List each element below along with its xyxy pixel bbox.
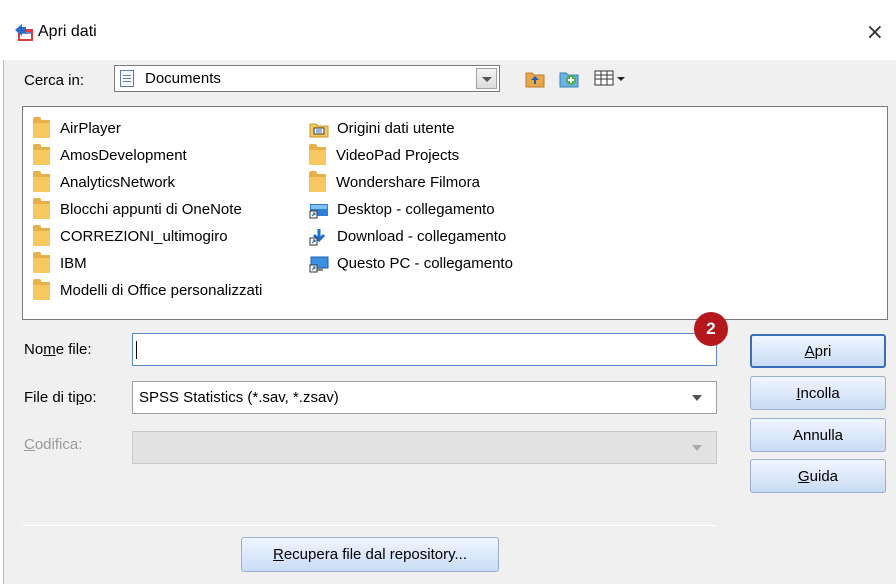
text-caret — [136, 341, 137, 359]
file-name: VideoPad Projects — [336, 147, 460, 164]
window-edge — [0, 60, 4, 584]
datasource-folder-icon — [309, 123, 329, 137]
folder-icon — [33, 170, 50, 192]
desktop-shortcut-icon — [309, 203, 328, 218]
help-button[interactable]: Guida — [750, 459, 886, 493]
retrieve-from-repository-button[interactable]: Recupera file dal repository... — [241, 537, 499, 572]
lookin-label: Cerca in: — [24, 72, 85, 89]
encoding-label: Codifica: — [24, 436, 83, 453]
folder-icon — [33, 197, 50, 219]
file-list[interactable]: AirPlayer AmosDevelopment AnalyticsNetwo… — [22, 106, 888, 320]
folder-icon — [33, 143, 50, 165]
new-folder-icon[interactable] — [558, 67, 580, 89]
folder-icon — [309, 170, 326, 192]
chevron-down-icon[interactable] — [476, 68, 497, 89]
paste-button[interactable]: Incolla — [750, 376, 886, 410]
view-menu-icon[interactable] — [593, 67, 627, 89]
list-item[interactable]: AnalyticsNetwork — [33, 169, 262, 196]
title-bar: Apri dati × — [0, 0, 896, 60]
list-item[interactable]: Wondershare Filmora — [309, 169, 513, 196]
folder-up-icon[interactable] — [524, 67, 546, 89]
list-item[interactable]: CORREZIONI_ultimogiro — [33, 223, 262, 250]
folder-icon — [33, 224, 50, 246]
list-item[interactable]: Origini dati utente — [309, 115, 513, 142]
folder-icon — [33, 116, 50, 138]
list-item[interactable]: VideoPad Projects — [309, 142, 513, 169]
file-name: AirPlayer — [60, 120, 121, 137]
list-item[interactable]: Download - collegamento — [309, 223, 513, 250]
list-item[interactable]: Modelli di Office personalizzati — [33, 277, 262, 304]
file-name: Wondershare Filmora — [336, 174, 480, 191]
file-name: AmosDevelopment — [60, 147, 187, 164]
file-column-1: AirPlayer AmosDevelopment AnalyticsNetwo… — [33, 115, 262, 304]
open-button[interactable]: Apri — [750, 334, 886, 368]
download-shortcut-icon — [309, 228, 326, 245]
folder-icon — [309, 143, 326, 165]
step-badge: 2 — [694, 312, 728, 346]
filename-input[interactable] — [132, 333, 717, 366]
file-column-2: Origini dati utente VideoPad Projects Wo… — [309, 115, 513, 277]
filename-label: Nome file: — [24, 341, 92, 358]
close-icon[interactable]: × — [866, 20, 884, 45]
file-name: Blocchi appunti di OneNote — [60, 201, 242, 218]
file-name: Modelli di Office personalizzati — [60, 282, 263, 299]
list-item[interactable]: AmosDevelopment — [33, 142, 262, 169]
pc-shortcut-icon — [309, 256, 329, 272]
folder-icon — [33, 251, 50, 273]
spss-open-data-icon — [15, 24, 33, 41]
documents-icon — [120, 70, 134, 87]
list-item[interactable]: AirPlayer — [33, 115, 262, 142]
window-title: Apri dati — [38, 23, 97, 40]
filetype-select[interactable]: SPSS Statistics (*.sav, *.zsav) — [132, 381, 717, 414]
chevron-down-icon[interactable] — [692, 395, 702, 401]
lookin-combo[interactable]: Documents — [114, 65, 500, 92]
file-name: Questo PC - collegamento — [337, 255, 513, 272]
file-name: Download - collegamento — [337, 228, 507, 245]
cancel-button[interactable]: Annulla — [750, 418, 886, 452]
file-name: Origini dati utente — [337, 120, 455, 137]
file-name: Desktop - collegamento — [337, 201, 495, 218]
list-item[interactable]: Blocchi appunti di OneNote — [33, 196, 262, 223]
chevron-down-icon — [692, 445, 702, 451]
lookin-value: Documents — [145, 70, 221, 87]
file-name: IBM — [60, 255, 87, 272]
filetype-label: File di tipo: — [24, 389, 97, 406]
folder-icon — [33, 278, 50, 300]
file-name: CORREZIONI_ultimogiro — [60, 228, 228, 245]
encoding-select — [132, 431, 717, 464]
list-item[interactable]: Questo PC - collegamento — [309, 250, 513, 277]
file-name: AnalyticsNetwork — [60, 174, 176, 191]
list-item[interactable]: Desktop - collegamento — [309, 196, 513, 223]
filetype-value: SPSS Statistics (*.sav, *.zsav) — [139, 389, 339, 406]
separator — [22, 525, 716, 526]
list-item[interactable]: IBM — [33, 250, 262, 277]
